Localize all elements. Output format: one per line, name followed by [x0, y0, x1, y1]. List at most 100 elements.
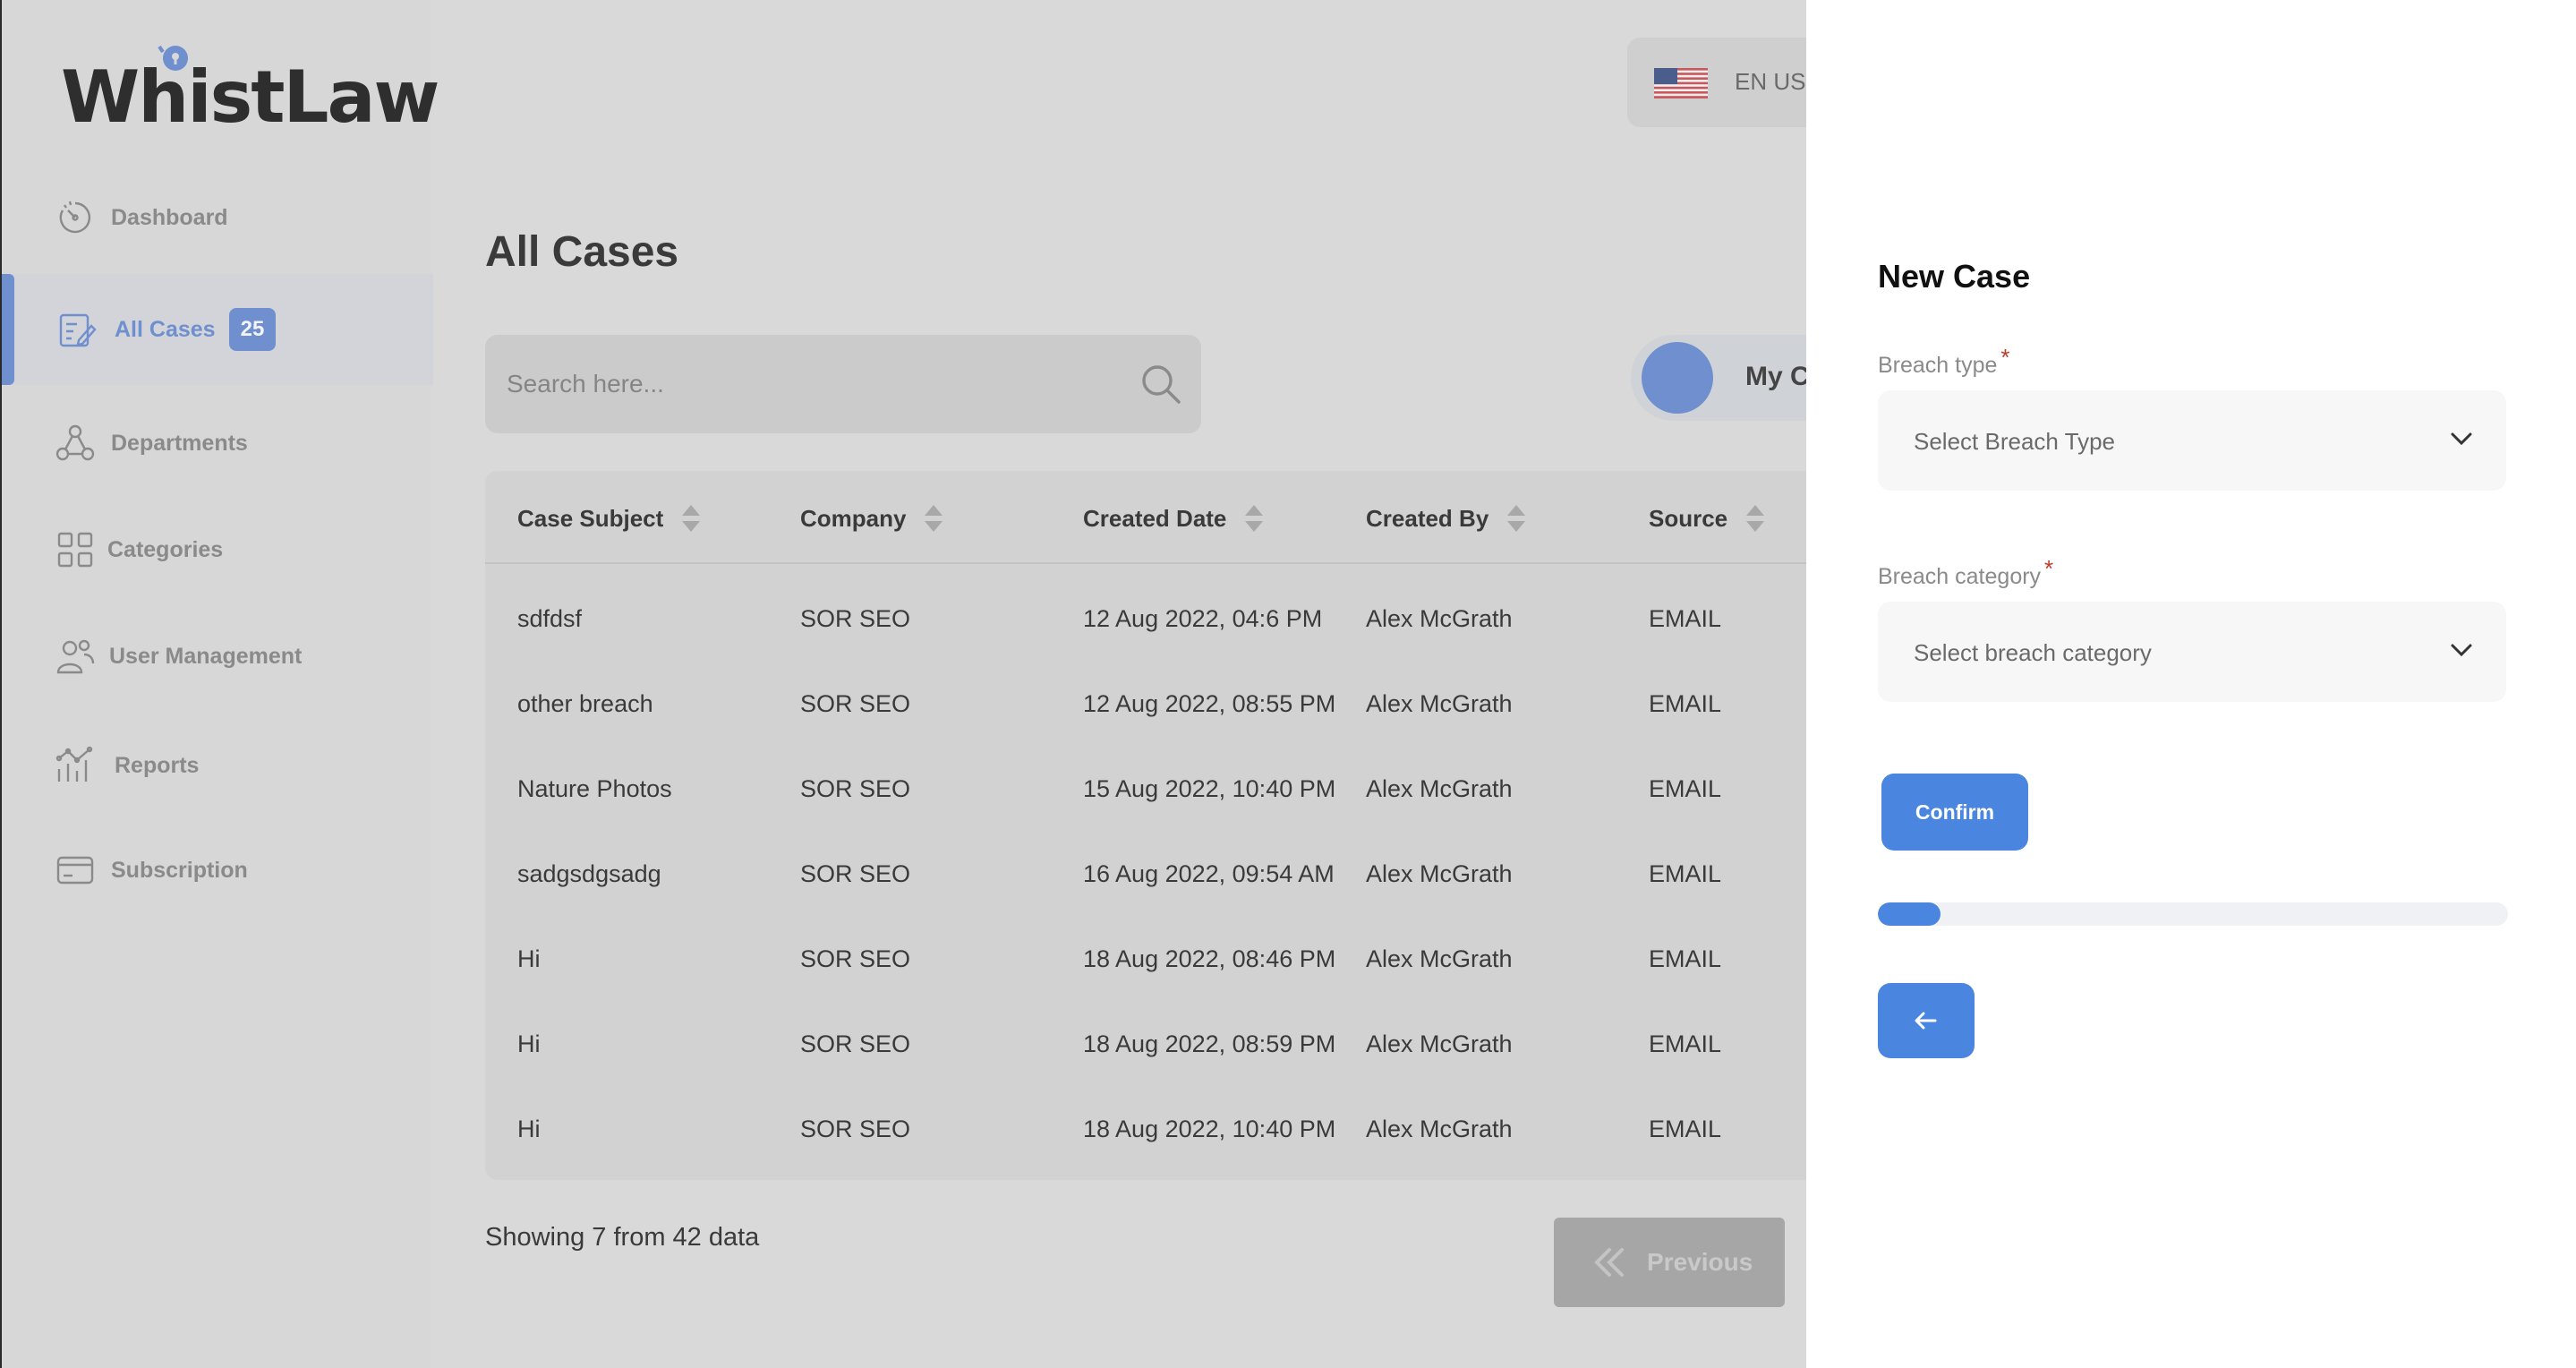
- sort-icon: [1746, 505, 1765, 532]
- breach-type-select[interactable]: Select Breach Type: [1878, 390, 2506, 491]
- cell-created-by: Alex McGrath: [1366, 860, 1513, 887]
- table-row[interactable]: sadgsdgsadg SOR SEO 16 Aug 2022, 09:54 A…: [485, 834, 1881, 919]
- breach-category-label: Breach category *: [1878, 555, 2054, 589]
- logo-text: WhistLaw: [61, 56, 439, 139]
- sidebar-item-categories[interactable]: Categories: [2, 500, 433, 599]
- table-row[interactable]: sdfdsf SOR SEO 12 Aug 2022, 04:6 PM Alex…: [485, 578, 1881, 663]
- back-button[interactable]: [1878, 983, 1975, 1058]
- categories-grid-icon: [57, 532, 93, 568]
- sidebar-item-dashboard[interactable]: Dashboard: [2, 168, 433, 267]
- sidebar-item-label: All Cases: [115, 316, 216, 342]
- cell-case-subject: sdfdsf: [517, 605, 583, 632]
- previous-page-button[interactable]: Previous: [1554, 1218, 1785, 1307]
- cell-source: EMAIL: [1649, 690, 1722, 717]
- sort-icon: [1245, 505, 1264, 532]
- whistlaw-logo[interactable]: WhistLaw: [61, 39, 439, 139]
- table-header: Case Subject Company Created Date Create…: [485, 471, 1881, 564]
- sidebar-item-label: Reports: [115, 752, 200, 778]
- sidebar-item-departments[interactable]: Departments: [2, 394, 433, 492]
- sidebar: WhistLaw Dashboard All Cases 25 Departme…: [0, 0, 439, 1368]
- cell-company: SOR SEO: [800, 690, 911, 717]
- language-label: EN US: [1735, 68, 1806, 95]
- search-bar: [485, 335, 1201, 433]
- table-row[interactable]: Nature Photos SOR SEO 15 Aug 2022, 10:40…: [485, 748, 1881, 834]
- sort-icon: [1507, 505, 1526, 532]
- column-header-source[interactable]: Source: [1649, 503, 1765, 534]
- cell-created-date: 12 Aug 2022, 04:6 PM: [1083, 605, 1323, 632]
- sidebar-item-user-management[interactable]: User Management: [2, 607, 433, 705]
- table-row[interactable]: Hi SOR SEO 18 Aug 2022, 08:59 PM Alex Mc…: [485, 1004, 1881, 1089]
- cell-company: SOR SEO: [800, 605, 911, 632]
- cell-created-by: Alex McGrath: [1366, 605, 1513, 632]
- search-icon[interactable]: [1139, 362, 1183, 406]
- cell-created-by: Alex McGrath: [1366, 945, 1513, 972]
- cell-case-subject: Hi: [517, 945, 541, 972]
- credit-card-icon: [56, 856, 94, 885]
- cell-case-subject: Hi: [517, 1030, 541, 1057]
- cell-created-date: 16 Aug 2022, 09:54 AM: [1083, 860, 1335, 887]
- cell-created-date: 18 Aug 2022, 10:40 PM: [1083, 1116, 1336, 1142]
- breach-type-label: Breach type *: [1878, 344, 2010, 378]
- cell-created-date: 18 Aug 2022, 08:59 PM: [1083, 1030, 1336, 1057]
- sidebar-item-label: Dashboard: [111, 204, 228, 230]
- cases-table: Case Subject Company Created Date Create…: [485, 471, 1881, 1180]
- breach-category-value: Select breach category: [1914, 639, 2152, 666]
- column-header-company[interactable]: Company: [800, 503, 943, 534]
- search-input[interactable]: [507, 362, 1115, 406]
- sidebar-item-all-cases[interactable]: All Cases 25: [2, 274, 433, 385]
- pagination-summary: Showing 7 from 42 data: [485, 1223, 760, 1252]
- table-row[interactable]: Hi SOR SEO 18 Aug 2022, 10:40 PM Alex Mc…: [485, 1089, 1881, 1174]
- sidebar-item-label: Departments: [111, 430, 248, 456]
- cell-case-subject: other breach: [517, 690, 653, 717]
- cell-source: EMAIL: [1649, 860, 1722, 887]
- cell-created-date: 12 Aug 2022, 08:55 PM: [1083, 690, 1336, 717]
- cell-created-by: Alex McGrath: [1366, 1030, 1513, 1057]
- users-icon: [56, 639, 95, 674]
- cell-created-date: 15 Aug 2022, 10:40 PM: [1083, 775, 1336, 802]
- cell-created-by: Alex McGrath: [1366, 1116, 1513, 1142]
- active-indicator: [2, 274, 14, 385]
- breach-type-value: Select Breach Type: [1914, 428, 2115, 455]
- breach-category-select[interactable]: Select breach category: [1878, 602, 2506, 702]
- sidebar-item-label: Categories: [107, 536, 224, 562]
- sidebar-item-subscription[interactable]: Subscription: [2, 821, 433, 919]
- cell-company: SOR SEO: [800, 860, 911, 887]
- page-title: All Cases: [485, 228, 679, 276]
- reports-chart-icon: [55, 746, 93, 782]
- sidebar-item-reports[interactable]: Reports: [2, 716, 433, 815]
- column-header-created-date[interactable]: Created Date: [1083, 503, 1264, 534]
- cell-created-by: Alex McGrath: [1366, 690, 1513, 717]
- arrow-left-icon: [1915, 1012, 1937, 1030]
- cases-edit-icon: [59, 313, 97, 347]
- table-row[interactable]: other breach SOR SEO 12 Aug 2022, 08:55 …: [485, 663, 1881, 748]
- table-row[interactable]: Hi SOR SEO 18 Aug 2022, 08:46 PM Alex Mc…: [485, 919, 1881, 1004]
- cell-created-by: Alex McGrath: [1366, 775, 1513, 802]
- cell-case-subject: sadgsdgsadg: [517, 860, 661, 887]
- dashboard-gauge-icon: [59, 201, 91, 234]
- step-progress-bar: [1878, 902, 2508, 926]
- cell-company: SOR SEO: [800, 1030, 911, 1057]
- column-header-created-by[interactable]: Created By: [1366, 503, 1526, 534]
- cell-company: SOR SEO: [800, 775, 911, 802]
- sidebar-item-label: User Management: [109, 643, 303, 669]
- cell-case-subject: Nature Photos: [517, 775, 672, 802]
- cell-created-date: 18 Aug 2022, 08:46 PM: [1083, 945, 1336, 972]
- us-flag-icon: [1654, 68, 1708, 98]
- new-case-drawer: New Case Breach type * Select Breach Type…: [1806, 0, 2576, 1368]
- toggle-knob: [1642, 342, 1713, 414]
- sidebar-item-label: Subscription: [111, 857, 248, 883]
- cases-count-badge: 25: [229, 308, 276, 351]
- previous-label: Previous: [1647, 1248, 1753, 1276]
- confirm-button[interactable]: Confirm: [1881, 774, 2028, 851]
- chevron-down-icon: [2451, 432, 2472, 446]
- double-chevron-left-icon: [1594, 1248, 1624, 1277]
- cell-source: EMAIL: [1649, 605, 1722, 632]
- required-mark: *: [2000, 344, 2010, 371]
- cell-company: SOR SEO: [800, 1116, 911, 1142]
- progress-fill: [1878, 902, 1941, 926]
- cell-source: EMAIL: [1649, 775, 1722, 802]
- column-header-case-subject[interactable]: Case Subject: [517, 503, 701, 534]
- cell-source: EMAIL: [1649, 1030, 1722, 1057]
- sort-icon: [682, 505, 701, 532]
- cell-source: EMAIL: [1649, 945, 1722, 972]
